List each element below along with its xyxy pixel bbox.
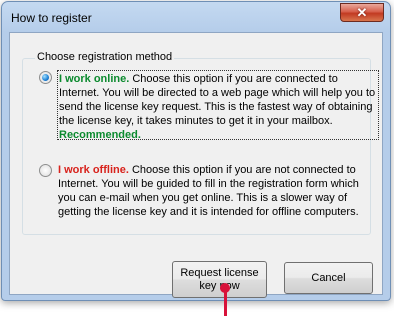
radio-offline[interactable] (39, 164, 52, 177)
close-button[interactable]: ✕ (340, 3, 384, 22)
cancel-button[interactable]: Cancel (284, 262, 373, 294)
close-icon: ✕ (356, 5, 368, 20)
online-title: I work online. (59, 73, 130, 85)
option-offline-label[interactable]: I work offline. Choose this option if yo… (57, 163, 379, 219)
offline-title: I work offline. (58, 164, 129, 176)
option-online-label[interactable]: I work online. Choose this option if you… (57, 70, 379, 141)
group-legend: Choose registration method (35, 51, 175, 63)
title-bar[interactable]: How to register ✕ (2, 2, 390, 32)
window-title: How to register (11, 11, 92, 25)
pointer-dot (220, 283, 230, 293)
request-license-button[interactable]: Request license key now (172, 261, 267, 298)
recommended-label: Recommended. (59, 129, 141, 141)
radio-online[interactable] (39, 71, 52, 84)
